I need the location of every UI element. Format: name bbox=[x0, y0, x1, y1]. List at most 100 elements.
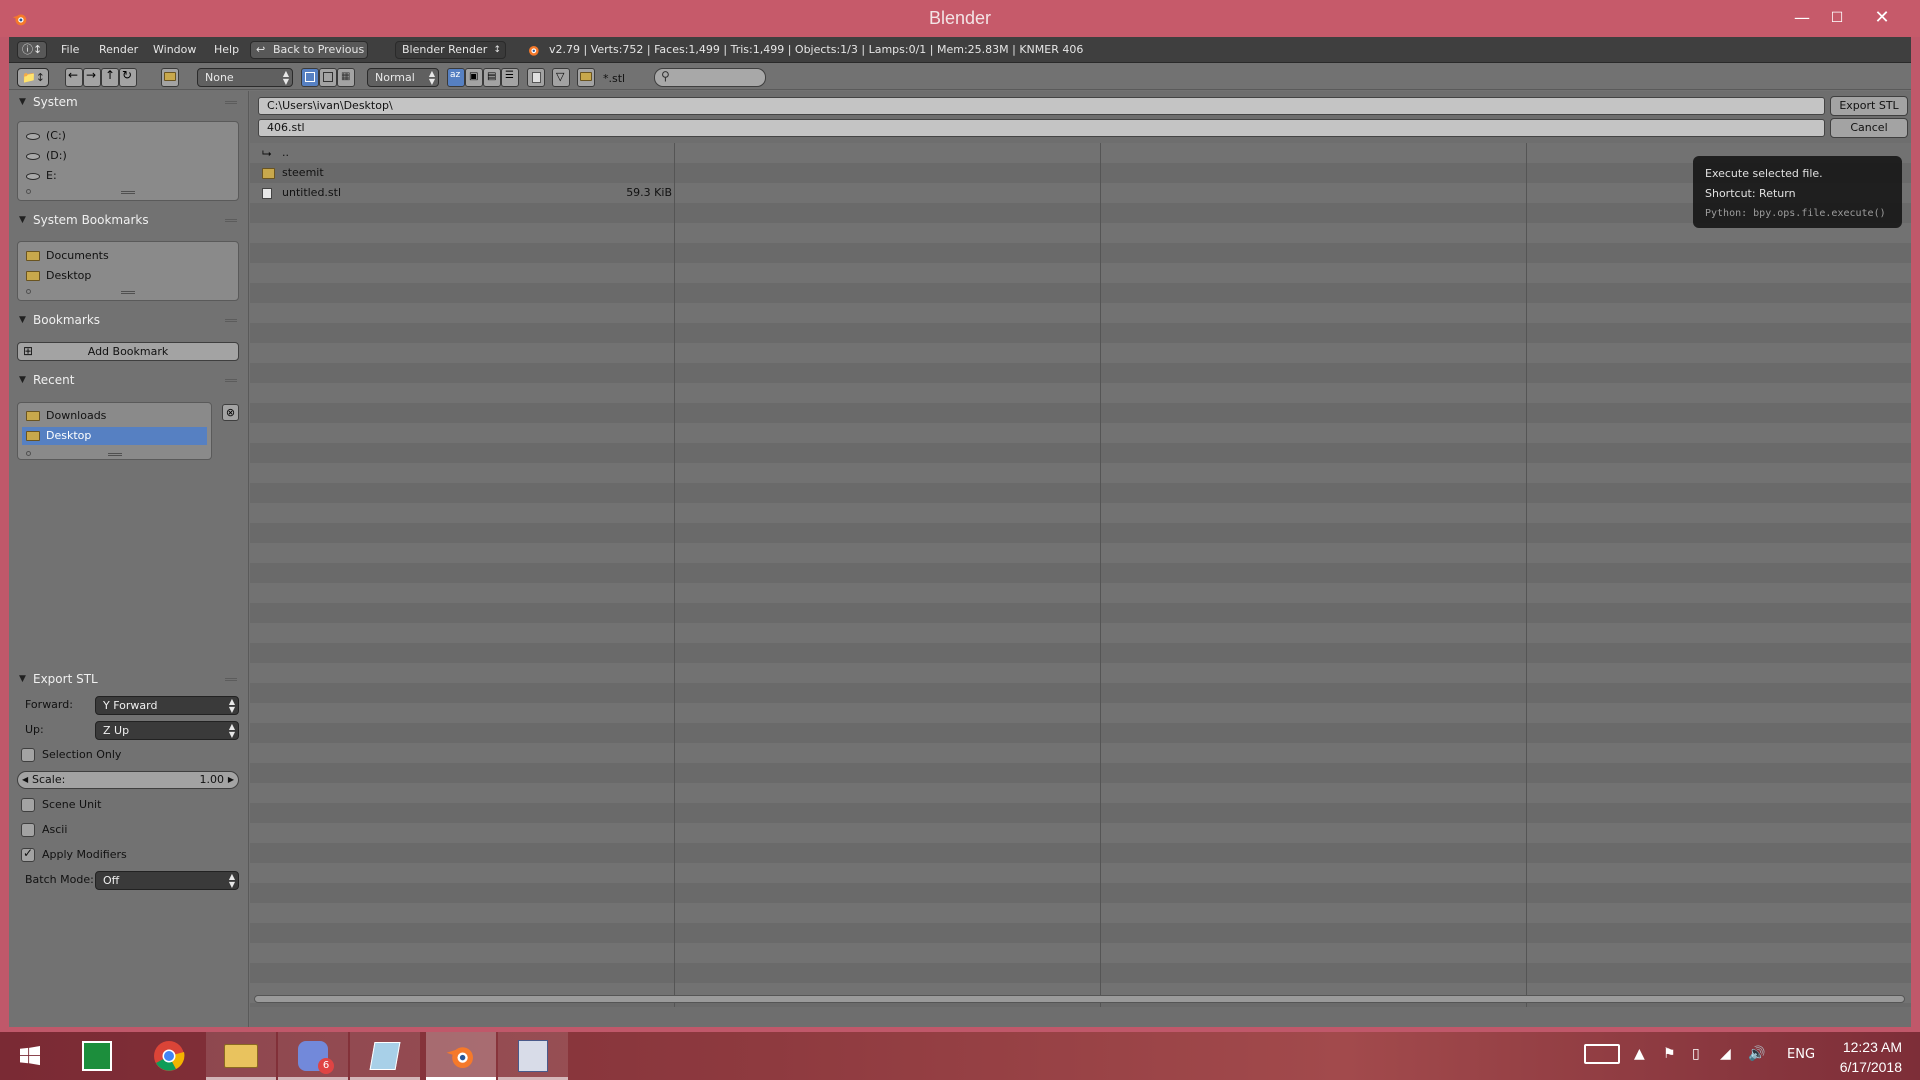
menu-help[interactable]: Help bbox=[214, 42, 239, 58]
flag-icon[interactable]: ⚑ bbox=[1663, 1046, 1676, 1062]
scene-unit-checkbox[interactable] bbox=[21, 798, 35, 812]
show-hidden-button[interactable] bbox=[527, 68, 545, 87]
list-resize-grip[interactable] bbox=[121, 191, 135, 194]
blender-app[interactable] bbox=[426, 1032, 496, 1080]
sort-extension-button[interactable]: ▣ bbox=[465, 68, 483, 87]
parent-dir-button[interactable]: ← bbox=[65, 68, 83, 87]
new-folder-button[interactable] bbox=[161, 68, 179, 87]
panel-header-recent[interactable]: ▼ Recent bbox=[9, 369, 249, 391]
drag-grip-icon[interactable] bbox=[225, 219, 237, 222]
horizontal-scrollbar[interactable] bbox=[254, 995, 1905, 1003]
sort-time-button[interactable]: ▤ bbox=[483, 68, 501, 87]
drag-grip-icon[interactable] bbox=[225, 678, 237, 681]
drag-grip-icon[interactable] bbox=[225, 319, 237, 322]
add-bookmark-button[interactable]: ⊞ Add Bookmark bbox=[17, 342, 239, 361]
scale-field[interactable]: ◀ Scale: 1.00 ▶ bbox=[17, 771, 239, 789]
folder-icon bbox=[262, 168, 275, 179]
selection-only-checkbox[interactable] bbox=[21, 748, 35, 762]
drag-grip-icon[interactable] bbox=[225, 379, 237, 382]
display-long-list-button[interactable] bbox=[319, 68, 337, 87]
chevron-up-icon[interactable]: ▲ bbox=[1634, 1046, 1645, 1062]
file-row-folder[interactable]: steemit bbox=[262, 163, 672, 183]
start-icon[interactable] bbox=[14, 1046, 46, 1066]
ascii-label: Ascii bbox=[42, 823, 68, 836]
system-clock[interactable]: 12:23 AM 6/17/2018 bbox=[1840, 1037, 1902, 1077]
list-item-selected[interactable]: Desktop bbox=[22, 427, 207, 445]
filter-glob[interactable]: *.stl bbox=[603, 72, 625, 85]
list-item-label: Desktop bbox=[46, 429, 92, 442]
drag-grip-icon[interactable] bbox=[225, 101, 237, 104]
reset-recent-button[interactable]: ⊗ bbox=[222, 404, 239, 421]
sort-size-button[interactable]: ☰ bbox=[501, 68, 519, 87]
discord-app[interactable]: 6 bbox=[278, 1032, 348, 1080]
list-resize-grip[interactable] bbox=[121, 291, 135, 294]
menu-file[interactable]: File bbox=[61, 42, 79, 58]
volume-icon[interactable]: 🔊 bbox=[1748, 1046, 1765, 1062]
list-item[interactable]: Downloads bbox=[22, 407, 207, 425]
list-resize-grip[interactable] bbox=[107, 453, 122, 456]
list-item[interactable]: (C:) bbox=[22, 127, 234, 145]
image-editor-app[interactable] bbox=[498, 1032, 568, 1080]
panel-header-bookmarks[interactable]: ▼ Bookmarks bbox=[9, 309, 249, 331]
batch-mode-select[interactable]: Off ▲ ▼ bbox=[95, 871, 239, 890]
ascii-checkbox[interactable] bbox=[21, 823, 35, 837]
recursion-select[interactable]: None ▲ ▼ bbox=[197, 68, 293, 87]
plus-icon: ⊞ bbox=[23, 344, 34, 358]
blender-small-logo-icon bbox=[529, 46, 539, 56]
list-item[interactable]: E: bbox=[22, 167, 234, 185]
store-app[interactable] bbox=[62, 1032, 132, 1080]
parent-folder-button[interactable]: ↑ bbox=[101, 68, 119, 87]
forward-button[interactable]: → bbox=[83, 68, 101, 87]
column-divider bbox=[1100, 143, 1101, 1007]
menu-render[interactable]: Render bbox=[99, 42, 138, 58]
refresh-button[interactable]: ↻ bbox=[119, 68, 137, 87]
display-thumbnails-button[interactable]: ▦ bbox=[337, 68, 355, 87]
filter-button[interactable]: ▽ bbox=[552, 68, 570, 87]
panel-header-system-bookmarks[interactable]: ▼ System Bookmarks bbox=[9, 209, 249, 231]
file-row-file[interactable]: untitled.stl 59.3 KiB bbox=[262, 183, 672, 203]
maximize-icon[interactable]: ☐ bbox=[1823, 6, 1851, 30]
keyboard-icon[interactable] bbox=[1584, 1044, 1620, 1064]
display-short-list-button[interactable] bbox=[301, 68, 319, 87]
increment-icon[interactable]: ▶ bbox=[228, 772, 234, 788]
chrome-app[interactable] bbox=[134, 1032, 204, 1080]
file-explorer-app[interactable] bbox=[206, 1032, 276, 1080]
collapse-triangle-icon: ▼ bbox=[19, 215, 26, 225]
directory-path-field[interactable]: C:\Users\ivan\Desktop\ bbox=[258, 97, 1825, 115]
recursion-label: None bbox=[205, 71, 234, 84]
up-select[interactable]: Z Up ▲ ▼ bbox=[95, 721, 239, 740]
file-name: steemit bbox=[282, 166, 324, 179]
list-item[interactable]: Desktop bbox=[22, 267, 234, 285]
panel-header-export-stl[interactable]: ▼ Export STL bbox=[9, 668, 249, 690]
filter-folder-button[interactable] bbox=[577, 68, 595, 87]
display-size-select[interactable]: Normal ▲ ▼ bbox=[367, 68, 439, 87]
render-engine-select[interactable]: Blender Render ↕ bbox=[395, 41, 506, 59]
clock-date: 6/17/2018 bbox=[1839, 1059, 1902, 1075]
decrement-icon[interactable]: ◀ bbox=[22, 772, 28, 788]
panel-header-system[interactable]: ▼ System bbox=[9, 91, 249, 113]
battery-icon[interactable]: ▯ bbox=[1692, 1046, 1700, 1062]
close-icon[interactable]: ✕ bbox=[1868, 6, 1896, 30]
back-to-previous-button[interactable]: ↩ Back to Previous bbox=[250, 41, 368, 59]
cancel-button[interactable]: Cancel bbox=[1830, 118, 1908, 138]
sort-alpha-button[interactable]: az bbox=[447, 68, 465, 87]
apply-modifiers-checkbox[interactable]: ✓ bbox=[21, 846, 35, 862]
long-list-icon bbox=[323, 72, 333, 82]
editor-type-button[interactable]: ⓘ↕ bbox=[17, 41, 47, 59]
file-row-parent[interactable]: ⮡ .. bbox=[262, 143, 672, 163]
arrow-up-icon: ↑ bbox=[105, 68, 116, 82]
filename-field[interactable]: 406.stl bbox=[258, 119, 1825, 137]
language-indicator[interactable]: ENG bbox=[1787, 1047, 1815, 1062]
file-browser-editor-button[interactable]: 📁↕ bbox=[17, 68, 49, 87]
scene-stats: v2.79 | Verts:752 | Faces:1,499 | Tris:1… bbox=[549, 43, 1084, 56]
collapse-triangle-icon: ▼ bbox=[19, 97, 26, 107]
wifi-icon[interactable]: ◢ bbox=[1720, 1046, 1731, 1062]
forward-select[interactable]: Y Forward ▲ ▼ bbox=[95, 696, 239, 715]
list-item[interactable]: (D:) bbox=[22, 147, 234, 165]
search-input[interactable]: ⚲ bbox=[654, 68, 766, 87]
export-stl-button[interactable]: Export STL bbox=[1830, 96, 1908, 116]
menu-window[interactable]: Window bbox=[153, 42, 196, 58]
list-item[interactable]: Documents bbox=[22, 247, 234, 265]
minimize-icon[interactable]: — bbox=[1788, 6, 1816, 30]
notes-app[interactable] bbox=[350, 1032, 420, 1080]
